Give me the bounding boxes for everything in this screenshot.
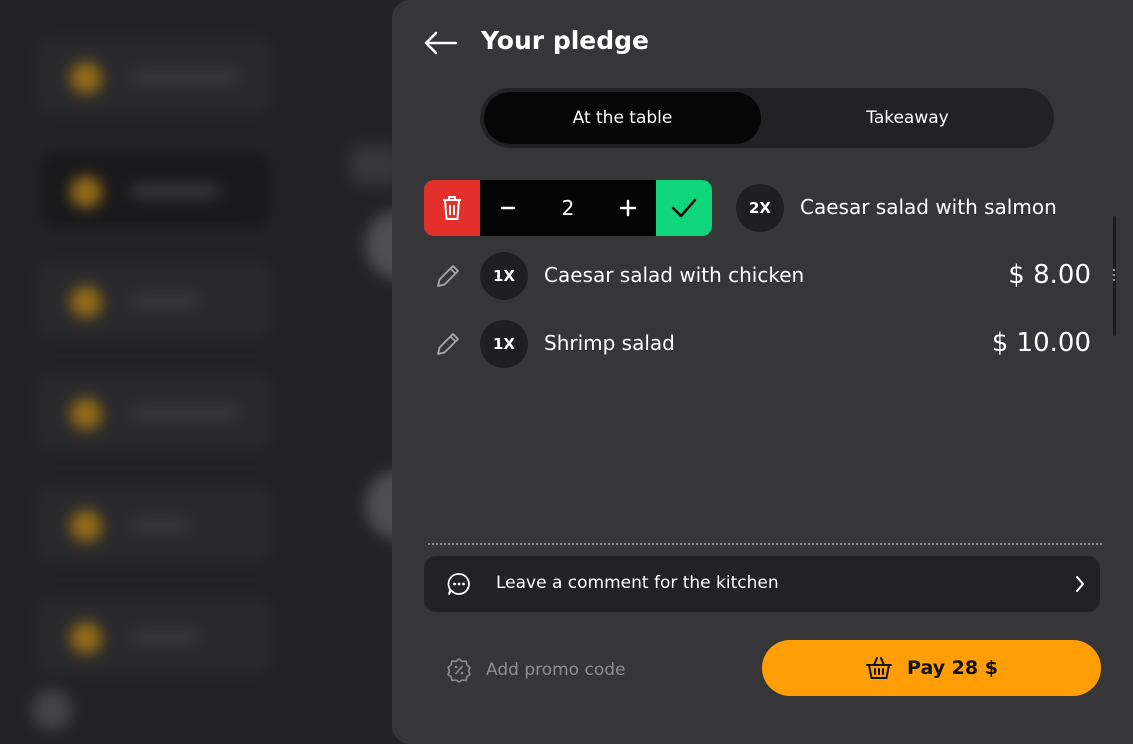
item-quantity-badge: 1X [480, 320, 528, 368]
comment-label: Leave a comment for the kitchen [496, 573, 779, 593]
item-name: Shrimp salad [544, 331, 675, 355]
discount-badge-icon [447, 658, 471, 683]
item-name: Caesar salad with salmon [800, 195, 1057, 219]
promo-code-button[interactable]: Add promo code [446, 657, 626, 683]
bg-menu-item [40, 598, 270, 674]
item-price: $ 10.00 [991, 328, 1091, 358]
trash-icon [443, 196, 461, 220]
item-quantity-badge: 1X [480, 252, 528, 300]
back-arrow-icon [424, 31, 458, 55]
back-button[interactable] [422, 28, 458, 58]
quantity-editor: 2 [424, 180, 712, 236]
minus-icon [500, 206, 516, 210]
checkmark-icon [671, 198, 697, 218]
item-price: $ 8.00 [1008, 260, 1091, 290]
bg-menu-item [40, 38, 270, 114]
plus-icon [619, 199, 637, 217]
increase-button[interactable] [600, 180, 656, 236]
bg-menu-item [40, 374, 270, 450]
quantity-stepper: 2 [480, 180, 656, 236]
chat-bubble-icon [447, 573, 470, 595]
pay-button[interactable]: Pay 28 $ [762, 640, 1101, 696]
tab-at-the-table[interactable]: At the table [484, 92, 761, 144]
blurred-background [0, 0, 435, 744]
order-panel: Your pledge At the table Takeaway 2 2X C… [392, 0, 1133, 744]
confirm-button[interactable] [656, 180, 712, 236]
chevron-right-icon [1076, 576, 1084, 592]
pencil-icon[interactable] [434, 330, 462, 358]
quantity-value: 2 [561, 196, 575, 220]
basket-icon [866, 657, 893, 679]
bg-menu-item [40, 152, 270, 228]
bg-avatar [32, 690, 72, 730]
tab-takeaway[interactable]: Takeaway [765, 92, 1050, 144]
order-type-toggle: At the table Takeaway [480, 88, 1054, 148]
delete-item-button[interactable] [424, 180, 480, 236]
bg-menu-item [40, 486, 270, 562]
item-name: Caesar salad with chicken [544, 263, 805, 287]
promo-label: Add promo code [486, 660, 626, 680]
panel-title: Your pledge [481, 26, 649, 55]
item-quantity-badge: 2X [736, 184, 784, 232]
decrease-button[interactable] [480, 180, 536, 236]
bg-menu-item [40, 262, 270, 338]
comment-button[interactable]: Leave a comment for the kitchen [424, 556, 1100, 612]
scroll-grip-icon [1112, 268, 1116, 282]
pay-label: Pay 28 $ [907, 657, 998, 679]
pencil-icon[interactable] [434, 262, 462, 290]
dotted-divider [428, 543, 1102, 545]
